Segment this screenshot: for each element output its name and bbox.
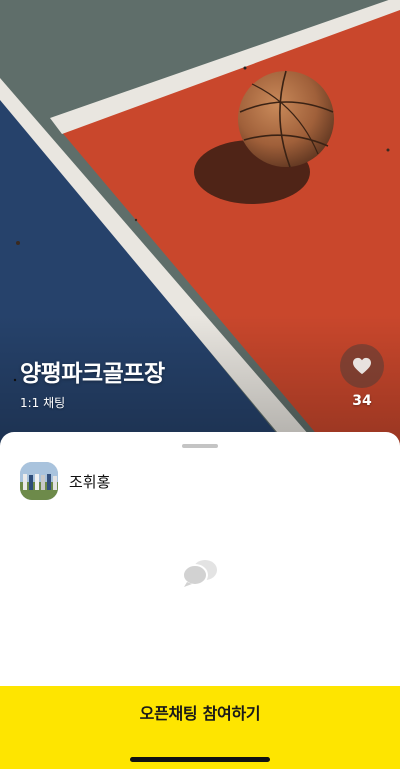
- like-count: 34: [352, 393, 372, 409]
- home-indicator: [130, 757, 270, 762]
- room-title: 양평파크골프장: [20, 361, 165, 387]
- join-bar: 오픈채팅 참여하기: [0, 686, 400, 769]
- room-info-sheet: 조휘홍: [0, 432, 400, 692]
- chat-bubbles-icon: [182, 560, 217, 587]
- join-open-chat-button[interactable]: 오픈채팅 참여하기: [0, 686, 400, 738]
- room-type-label: 1:1 채팅: [20, 396, 66, 410]
- host-profile[interactable]: 조휘홍: [20, 462, 110, 500]
- avatar: [20, 462, 58, 500]
- like-button[interactable]: [340, 344, 384, 388]
- drag-handle[interactable]: [182, 444, 218, 448]
- host-name: 조휘홍: [69, 472, 111, 491]
- cover-image: 양평파크골프장 1:1 채팅 34: [0, 0, 400, 450]
- heart-icon: [353, 357, 371, 375]
